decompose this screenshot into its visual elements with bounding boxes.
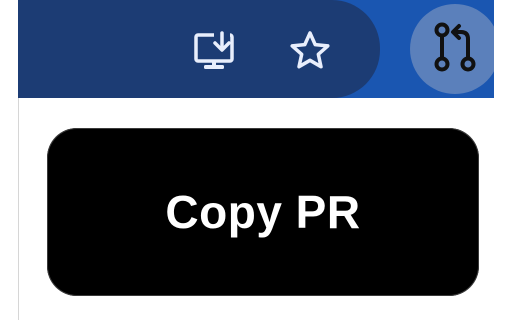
browser-toolbar bbox=[18, 0, 500, 98]
extension-button[interactable] bbox=[410, 4, 500, 94]
install-app-icon[interactable] bbox=[192, 29, 236, 73]
browser-window: Copy PR bbox=[0, 0, 512, 320]
address-bar-end[interactable] bbox=[18, 0, 380, 98]
window-left-edge bbox=[0, 0, 18, 320]
bookmark-star-icon[interactable] bbox=[288, 29, 332, 73]
copy-pr-button-label: Copy PR bbox=[165, 186, 361, 238]
extension-popup: Copy PR bbox=[19, 98, 494, 320]
copy-pr-button[interactable]: Copy PR bbox=[47, 128, 479, 296]
git-pull-request-icon bbox=[429, 21, 481, 78]
window-right-edge bbox=[494, 0, 512, 320]
